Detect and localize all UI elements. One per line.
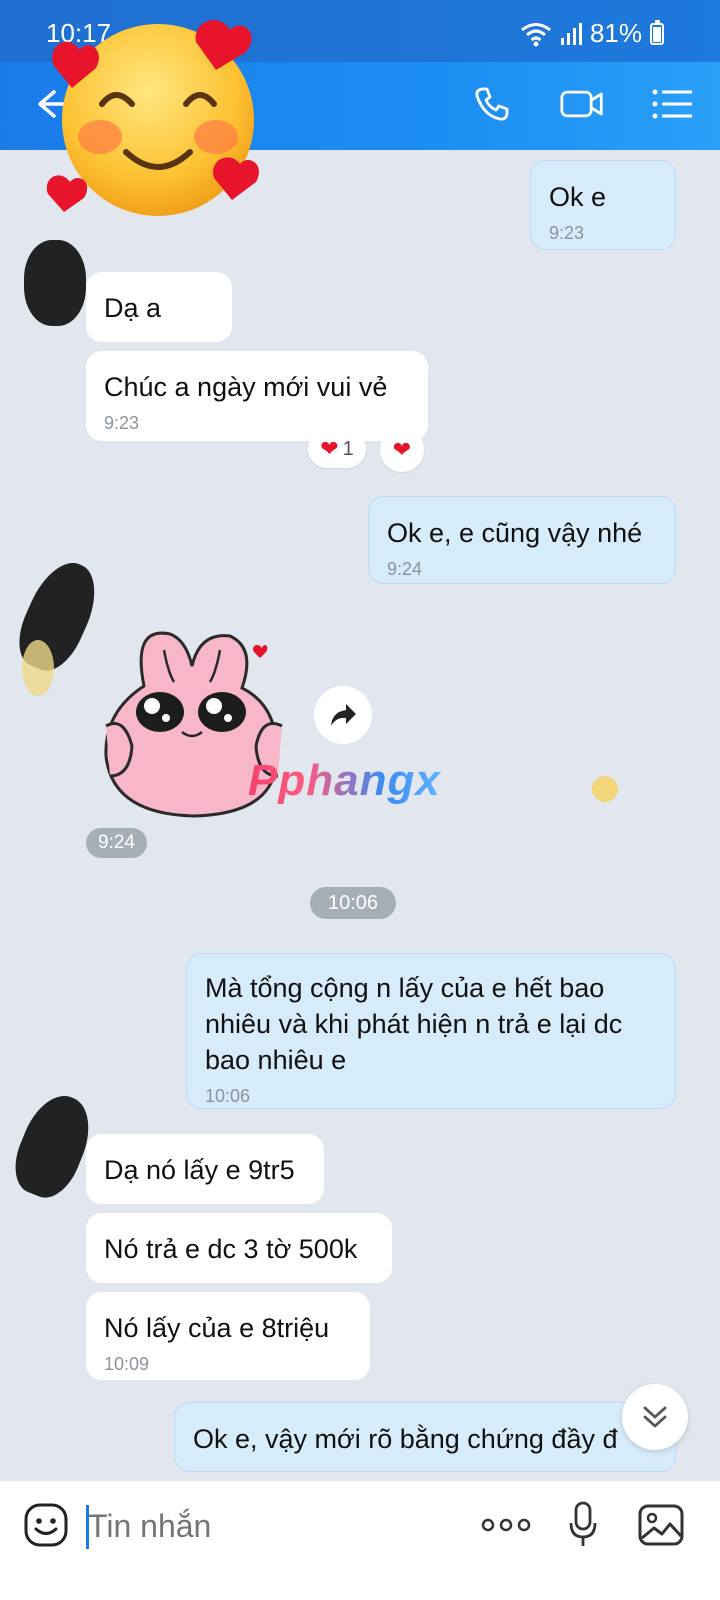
message-time: 9:23 [549,223,585,243]
message-text: Mà tổng cộng n lấy của e hết bao nhiêu v… [205,973,623,1075]
double-chevron-down-icon [643,1406,667,1428]
message-text: Chúc a ngày mới vui vẻ [104,372,388,402]
scroll-to-bottom-button[interactable] [622,1384,688,1450]
header-actions [470,82,694,126]
message-text: Ok e, vậy mới rõ bằng chứng đầy đ [193,1424,618,1454]
reaction-summary[interactable]: ❤ 1 [308,430,366,468]
battery-icon [650,19,664,45]
message-text: Dạ a [104,293,162,323]
share-button[interactable] [314,686,372,744]
message-time-pill: 9:24 [86,828,147,858]
message-time: 9:24 [387,559,423,579]
avatar[interactable] [24,240,86,326]
signal-icon [560,22,582,45]
message-time: 10:09 [104,1354,150,1374]
reaction-count: 1 [342,437,354,460]
more-options-icon[interactable] [480,1509,532,1541]
message-bubble-incoming[interactable]: Nó trả e dc 3 tờ 500k [86,1213,392,1283]
image-gallery-icon[interactable] [636,1501,686,1549]
menu-list-icon[interactable] [650,82,694,126]
message-text: Nó lấy của e 8triệu [104,1313,330,1343]
decorative-dot [592,776,618,802]
message-time: 10:06 [205,1086,251,1106]
video-camera-icon[interactable] [560,82,604,126]
watermark: Pphangx [248,756,441,805]
sticker-face-icon[interactable] [22,1501,70,1549]
message-bubble-incoming[interactable]: Nó lấy của e 8triệu 10:09 [86,1292,370,1380]
message-text: Ok e [549,182,607,212]
smiling-face-with-hearts-emoji [46,20,259,216]
react-heart-button[interactable]: ❤ [380,428,424,472]
message-time: 9:23 [104,413,140,433]
message-text: Nó trả e dc 3 tờ 500k [104,1234,358,1264]
message-bubble-outgoing[interactable]: Mà tổng cộng n lấy của e hết bao nhiêu v… [186,953,676,1109]
message-bubble-incoming[interactable]: Chúc a ngày mới vui vẻ 9:23 [86,351,428,441]
message-input[interactable] [86,1501,466,1551]
message-text: Dạ nó lấy e 9tr5 [104,1155,295,1185]
share-arrow-icon [331,704,356,726]
message-bubble-outgoing[interactable]: Ok e 9:23 [530,160,676,250]
message-text: Ok e, e cũng vậy nhé [387,518,643,548]
avatar-shadow [22,640,54,696]
message-bubble-incoming[interactable]: Dạ nó lấy e 9tr5 [86,1134,324,1204]
heart-icon: ❤ [392,437,412,462]
battery-percent: 81% [589,18,642,48]
date-divider: 10:06 [310,887,397,919]
message-bubble-outgoing[interactable]: Ok e, e cũng vậy nhé 9:24 [368,496,676,584]
status-indicators: 81% [520,18,664,49]
microphone-icon[interactable] [562,1499,604,1551]
wifi-icon [521,22,551,46]
phone-icon[interactable] [470,82,514,126]
heart-icon: ❤ [320,436,339,461]
message-bubble-outgoing[interactable]: Ok e, vậy mới rõ bằng chứng đầy đ [174,1402,676,1472]
message-composer [0,1480,720,1600]
message-bubble-incoming[interactable]: Dạ a [86,272,232,342]
